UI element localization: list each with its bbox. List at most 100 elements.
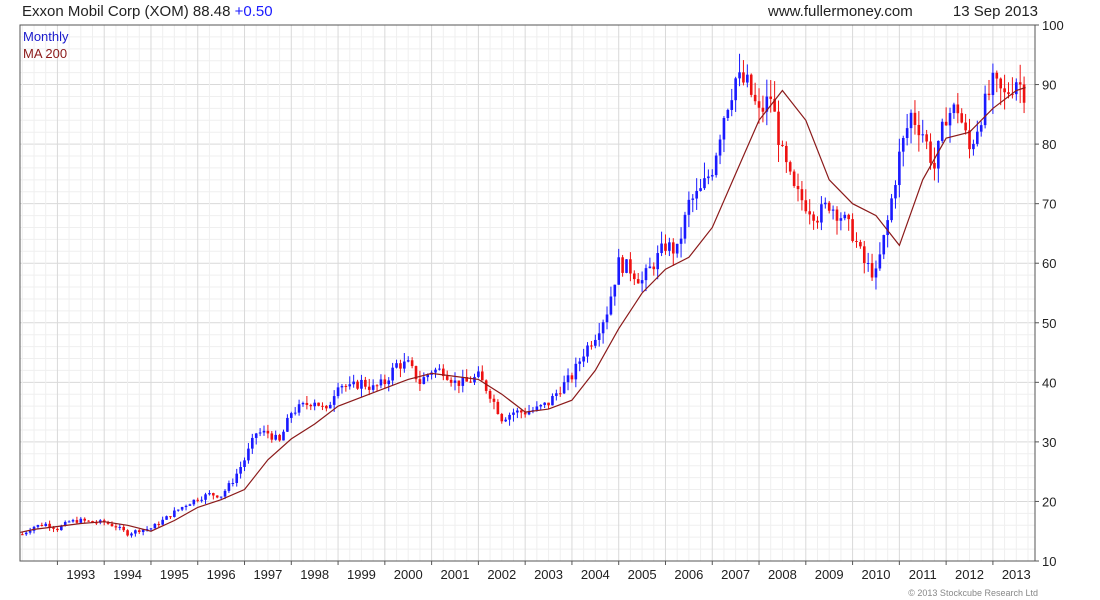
x-tick-label: 2011 [909, 567, 937, 582]
candle-body [243, 460, 246, 467]
candle-body [582, 356, 585, 362]
candle-body [40, 524, 44, 527]
candle-body [862, 246, 866, 264]
legend-ma-200: MA 200 [23, 46, 67, 61]
candle-body [539, 404, 543, 407]
candle-body [925, 134, 928, 142]
candle-body [360, 379, 363, 389]
candle-body [87, 520, 90, 522]
candle-body [605, 314, 609, 323]
candle-body [157, 523, 161, 525]
candle-body [812, 214, 815, 221]
candle-body [804, 200, 808, 212]
candle-body [703, 178, 706, 189]
y-tick-label: 30 [1042, 435, 1056, 450]
x-tick-label: 1999 [347, 567, 376, 582]
candle-body [477, 371, 480, 377]
candle-body [594, 339, 597, 346]
candle-body [785, 145, 788, 163]
candle-body [710, 175, 714, 177]
candle-body [137, 530, 141, 533]
candle-body [317, 402, 320, 406]
candle-body [652, 266, 656, 270]
candle-body [364, 379, 367, 387]
candle-body [734, 78, 737, 101]
candle-body [496, 401, 500, 415]
candle-body [792, 171, 796, 186]
candle-body [391, 367, 394, 381]
candle-body [547, 402, 550, 406]
chart-title: Exxon Mobil Corp (XOM) [22, 3, 189, 20]
candle-body [629, 259, 632, 274]
candle-body [562, 382, 566, 394]
candle-body [664, 243, 667, 251]
candle-body [948, 113, 952, 126]
candle-body [590, 345, 593, 347]
candle-body [71, 520, 75, 522]
y-tick-label: 70 [1042, 197, 1056, 212]
x-tick-label: 2013 [1002, 567, 1031, 582]
candle-body [340, 385, 344, 388]
candle-body [500, 414, 504, 422]
candle-body [28, 530, 32, 533]
x-tick-label: 2004 [581, 567, 610, 582]
candle-body [184, 505, 188, 508]
candle-body [691, 198, 695, 200]
candle-body [730, 100, 734, 110]
candle-body [636, 279, 640, 284]
candle-body [196, 499, 200, 501]
candle-body [192, 499, 196, 505]
candle-body [445, 376, 449, 380]
candle-body [718, 139, 722, 156]
candle-body [1018, 82, 1022, 85]
candle-body [847, 214, 850, 220]
candle-body [134, 530, 137, 534]
candle-body [383, 379, 387, 385]
candle-body [944, 121, 948, 126]
x-tick-label: 2007 [721, 567, 750, 582]
candle-body [972, 143, 975, 150]
candle-body [114, 526, 118, 528]
candle-body [239, 466, 242, 474]
candle-body [1003, 88, 1006, 93]
candle-body [519, 410, 523, 413]
candle-body [231, 482, 235, 484]
candle-body [870, 263, 874, 278]
chart-title-line: Exxon Mobil Corp (XOM) 88.48 +0.50 [22, 3, 273, 20]
y-tick-label: 60 [1042, 256, 1056, 271]
x-tick-label: 2005 [628, 567, 657, 582]
candle-body [484, 380, 488, 391]
candle-body [578, 361, 582, 364]
candle-body [176, 509, 180, 511]
x-tick-label: 2001 [441, 567, 470, 582]
candle-body [325, 405, 328, 409]
candle-body [866, 263, 870, 265]
candle-body [999, 78, 1002, 89]
candle-body [406, 360, 410, 362]
candle-body [835, 209, 839, 221]
candle-body [36, 524, 40, 527]
candle-body [898, 151, 901, 186]
candle-body [909, 112, 913, 129]
candle-body [274, 434, 277, 440]
candle-body [461, 377, 465, 386]
candle-body [823, 202, 827, 205]
candle-body [399, 363, 402, 369]
candle-body [262, 430, 266, 433]
candle-body [328, 404, 332, 409]
candle-body [882, 235, 886, 255]
candle-body [523, 412, 527, 415]
candle-body [371, 385, 375, 390]
candle-body [348, 384, 352, 387]
candle-body [289, 413, 293, 418]
x-tick-label: 2000 [394, 567, 423, 582]
candle-body [344, 385, 348, 387]
candle-body [851, 219, 854, 241]
candle-body [332, 396, 336, 405]
candle-body [983, 93, 987, 126]
candle-body [352, 381, 355, 385]
candle-body [293, 412, 297, 414]
candle-body [297, 404, 301, 413]
x-tick-label: 1995 [160, 567, 189, 582]
candle-body [960, 113, 964, 123]
